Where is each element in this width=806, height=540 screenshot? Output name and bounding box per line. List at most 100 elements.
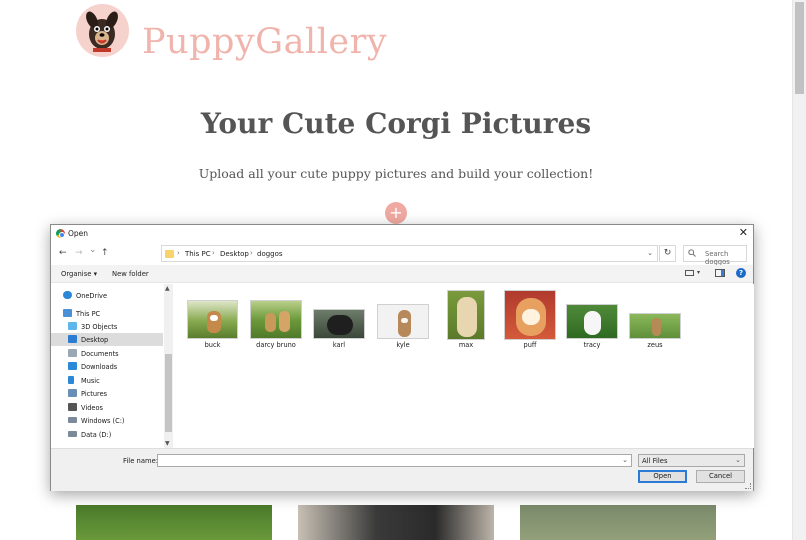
breadcrumb-separator: › (212, 249, 215, 257)
address-row: ← → ⌄ ↑ › This PC › Desktop › doggos ⌄ ↻… (51, 243, 753, 266)
scroll-up-icon[interactable]: ▲ (165, 285, 170, 292)
open-file-dialog: Open ✕ ← → ⌄ ↑ › This PC › Desktop › dog… (50, 224, 754, 491)
sidebar-item-videos[interactable]: Videos (51, 401, 163, 414)
file-type-value: All Files (642, 457, 668, 465)
gallery-card[interactable] (298, 505, 494, 540)
file-item-puff[interactable]: puff (502, 290, 558, 356)
sidebar-item-3d-objects[interactable]: 3D Objects (51, 320, 163, 333)
recent-locations-icon[interactable]: ⌄ (89, 245, 97, 255)
file-name-label: File name: (123, 457, 159, 465)
navigation-scrollbar[interactable]: ▲ ▼ (164, 284, 173, 448)
drive-icon (68, 431, 77, 437)
search-icon (688, 249, 696, 257)
chrome-icon (56, 229, 65, 238)
sidebar-item-music[interactable]: Music (51, 374, 163, 387)
page-subtitle: Upload all your cute puppy pictures and … (198, 166, 594, 181)
file-item-tracy[interactable]: tracy (564, 296, 620, 356)
sidebar-item-pictures[interactable]: Pictures (51, 387, 163, 400)
file-thumbnail (377, 304, 429, 339)
sidebar-item-label: Downloads (81, 363, 118, 371)
gallery-card[interactable] (520, 505, 716, 540)
address-bar[interactable]: › This PC › Desktop › doggos ⌄ (161, 245, 658, 262)
breadcrumb-separator: › (177, 249, 180, 257)
computer-icon (63, 309, 72, 317)
file-thumbnail (187, 300, 238, 339)
file-list: buck darcy bruno karl kyle max puff trac… (174, 284, 754, 448)
cancel-button[interactable]: Cancel (696, 470, 745, 483)
logo-avatar (76, 4, 129, 57)
open-button[interactable]: Open (638, 470, 687, 483)
scroll-down-icon[interactable]: ▼ (165, 440, 170, 447)
pictures-icon (68, 389, 77, 397)
sidebar-item-label: Music (81, 377, 100, 385)
file-item-max[interactable]: max (438, 290, 494, 356)
sidebar-item-onedrive[interactable]: OneDrive (51, 289, 163, 302)
file-name-input[interactable]: ⌄ (157, 454, 632, 467)
new-folder-button[interactable]: New folder (112, 270, 149, 278)
file-name: zeus (647, 341, 663, 349)
download-icon (68, 362, 77, 370)
help-icon[interactable]: ? (736, 268, 746, 278)
file-name-dropdown-icon[interactable]: ⌄ (622, 456, 628, 464)
file-item-buck[interactable]: buck (185, 296, 240, 356)
page-scrollbar[interactable] (792, 0, 806, 540)
file-name: kyle (396, 341, 410, 349)
cloud-icon (63, 291, 72, 299)
dialog-footer: File name: ⌄ All Files ⌄ Open Cancel (51, 448, 753, 491)
sidebar-item-windows-c[interactable]: Windows (C:) (51, 414, 163, 427)
document-icon (68, 349, 77, 357)
gallery-card[interactable] (76, 505, 272, 540)
back-arrow-icon[interactable]: ← (59, 248, 67, 258)
resize-grip-icon[interactable] (745, 483, 751, 489)
page-title: Your Cute Corgi Pictures (200, 107, 592, 140)
page-scrollbar-thumb[interactable] (795, 2, 804, 94)
sidebar-item-label: 3D Objects (81, 323, 118, 331)
navigation-pane: OneDrive This PC 3D Objects Desktop Docu… (51, 284, 173, 448)
close-icon[interactable]: ✕ (739, 226, 748, 239)
file-name: buck (204, 341, 221, 349)
sidebar-item-label: Data (D:) (81, 431, 112, 439)
folder-icon (165, 250, 174, 258)
sidebar-item-downloads[interactable]: Downloads (51, 360, 163, 373)
add-picture-button[interactable]: + (385, 202, 407, 224)
breadcrumb-doggos[interactable]: doggos (257, 250, 283, 258)
file-thumbnail (313, 309, 365, 339)
sidebar-item-this-pc[interactable]: This PC (51, 307, 163, 320)
breadcrumb-separator: › (250, 249, 253, 257)
organise-menu[interactable]: Organise ▾ (61, 270, 97, 278)
file-thumbnail (447, 290, 485, 340)
address-dropdown-icon[interactable]: ⌄ (647, 249, 653, 257)
sidebar-item-label: Documents (81, 350, 119, 358)
desktop-icon (68, 335, 77, 343)
sidebar-item-label: Pictures (81, 390, 108, 398)
breadcrumb-desktop[interactable]: Desktop (220, 250, 249, 258)
dialog-titlebar[interactable]: Open ✕ (51, 225, 753, 241)
breadcrumb-this-pc[interactable]: This PC (185, 250, 211, 258)
scrollbar-thumb[interactable] (165, 354, 172, 432)
search-input[interactable]: Search doggos (683, 245, 747, 266)
file-item-kyle[interactable]: kyle (375, 296, 431, 356)
sidebar-item-data-d[interactable]: Data (D:) (51, 428, 163, 441)
file-type-select[interactable]: All Files ⌄ (638, 454, 745, 467)
sidebar-item-label: This PC (76, 310, 101, 318)
up-arrow-icon[interactable]: ↑ (101, 248, 109, 258)
file-item-darcy-bruno[interactable]: darcy bruno (248, 296, 304, 356)
cube-icon (68, 322, 77, 330)
forward-arrow-icon[interactable]: → (75, 248, 83, 258)
file-name: max (458, 341, 474, 349)
file-name: darcy bruno (256, 341, 296, 349)
refresh-icon[interactable]: ↻ (659, 245, 676, 262)
file-item-zeus[interactable]: zeus (627, 296, 683, 356)
view-options-icon[interactable] (685, 270, 694, 276)
file-thumbnail (250, 300, 302, 339)
view-dropdown-icon[interactable]: ▾ (697, 269, 700, 276)
preview-pane-icon[interactable] (715, 269, 725, 277)
file-thumbnail (629, 313, 681, 339)
puppy-logo-icon (86, 11, 118, 52)
drive-icon (68, 417, 77, 423)
sidebar-item-desktop[interactable]: Desktop (51, 333, 163, 346)
brand-title[interactable]: PuppyGallery (142, 22, 387, 62)
file-item-karl[interactable]: karl (311, 296, 367, 356)
sidebar-item-documents[interactable]: Documents (51, 347, 163, 360)
sidebar-item-label: Desktop (81, 336, 109, 344)
